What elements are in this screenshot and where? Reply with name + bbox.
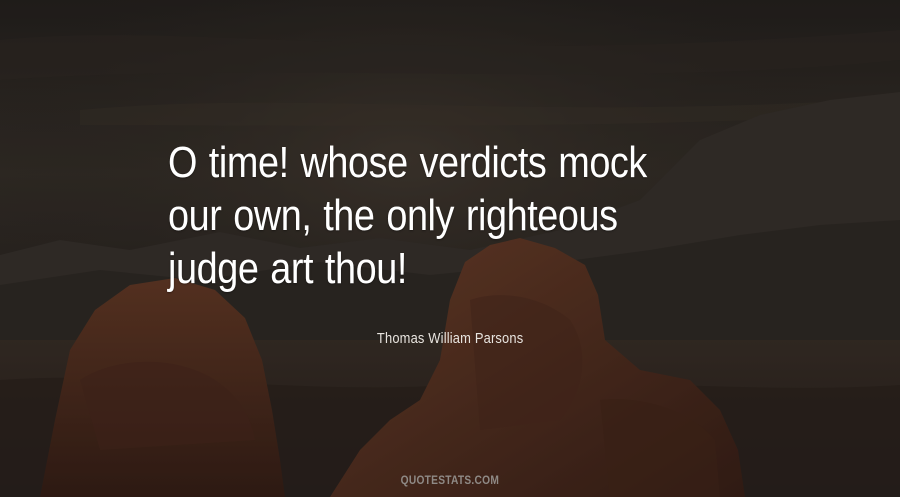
author-name: Thomas William Parsons <box>376 330 524 347</box>
quote-card: O time! whose verdicts mock our own, the… <box>0 0 900 497</box>
brand-label: QUOTESTATS.COM <box>400 473 500 487</box>
brand-watermark: QUOTESTATS.COM <box>0 473 900 487</box>
quote-text: O time! whose verdicts mock our own, the… <box>168 138 647 293</box>
quote-author: Thomas William Parsons <box>0 330 900 347</box>
